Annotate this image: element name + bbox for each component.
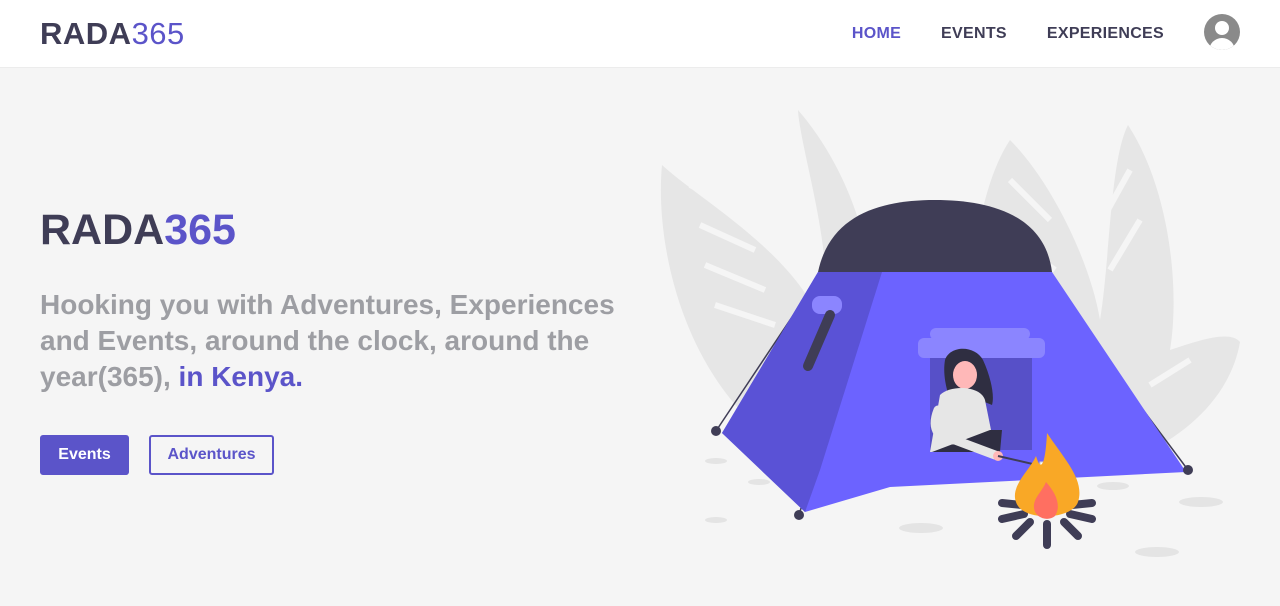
hero-title-part1: RADA [40,206,165,254]
hero-title-part2: 365 [164,206,236,254]
nav-link-experiences[interactable]: EXPERIENCES [1047,24,1164,44]
navbar: RADA365 HOME EVENTS EXPERIENCES [0,0,1280,68]
user-circle-icon[interactable] [1204,14,1240,50]
hero-tagline: Hooking you with Adventures, Experiences… [40,287,620,395]
nav-link-home[interactable]: HOME [852,24,901,44]
events-button[interactable]: Events [40,435,129,475]
hero-tagline-main: Hooking you with Adventures, Experiences… [40,289,615,392]
nav-link-events[interactable]: EVENTS [941,24,1007,44]
adventures-button[interactable]: Adventures [149,435,274,475]
avatar-head [1215,21,1229,35]
nav-links: HOME EVENTS EXPERIENCES [852,24,1164,44]
hero-title: RADA365 [40,204,236,256]
camping-tent-campfire-illustration [660,110,1240,557]
hero-section: RADA365 Hooking you with Adventures, Exp… [0,69,1280,606]
brand-logo[interactable]: RADA365 [40,14,185,54]
tent-flap [918,338,1045,358]
brand-name-part1: RADA [40,16,132,51]
avatar-body [1209,38,1235,50]
hero-tagline-accent: in Kenya. [178,361,304,392]
brand-name-part2: 365 [131,16,185,51]
